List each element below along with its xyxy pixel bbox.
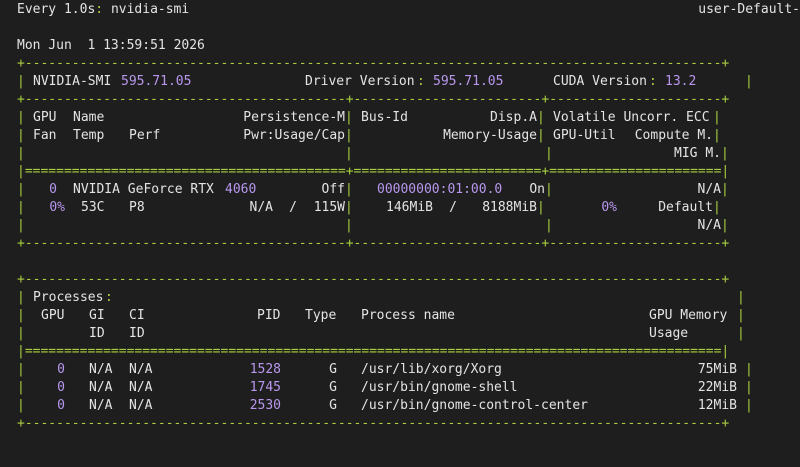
process-row[interactable]: | 0 N/A N/A 1745 G /usr/bin/gnome-shell … (17, 379, 753, 397)
hdr-perf: Perf (129, 128, 161, 143)
watch-host: user-Default- (698, 2, 800, 17)
hdr-disp: Disp.A (490, 110, 537, 125)
process-ci: N/A (129, 362, 153, 377)
timestamp-date: Mon Jun 1 (17, 38, 96, 53)
gpu-row-3: | | | N/A | (17, 218, 729, 233)
process-memory: 12MiB (697, 398, 737, 413)
process-type: G (329, 398, 337, 413)
version-row: | NVIDIA-SMI 595.71.05 Driver Version : … (17, 74, 753, 89)
cuda-label: CUDA Version (553, 74, 647, 89)
process-ci: N/A (129, 380, 153, 395)
gpu-name: NVIDIA GeForce RTX (73, 182, 214, 197)
processes-header-row-2: | ID ID Usage | (17, 326, 745, 341)
gpu-compute-mode: Default (658, 200, 713, 215)
hdr-gpu: GPU (33, 110, 57, 125)
process-gi: N/A (89, 362, 113, 377)
cuda-version: 13.2 (665, 74, 697, 89)
processes-header-row-1: | GPU GI CI PID Type Process name GPU Me… (17, 308, 745, 323)
process-gi: N/A (89, 380, 113, 395)
smi-label: NVIDIA-SMI (33, 74, 112, 89)
watch-interval: Every 1.0s (17, 2, 96, 17)
process-memory: 75MiB (697, 362, 737, 377)
terminal-window[interactable]: Every 1.0s: nvidia-smi user-Default- Mon… (0, 0, 800, 467)
proc-hdr-ci: CI (129, 308, 145, 323)
gpu-disp: On (529, 182, 545, 197)
proc-hdr-type: Type (305, 308, 337, 323)
watch-command: nvidia-smi (110, 2, 190, 17)
processes-title-row: | Processes : | (17, 290, 745, 305)
process-pid: 1745 (249, 380, 281, 395)
proc-hdr-ci-id: ID (129, 326, 145, 341)
timestamp: Mon Jun 1 13:59:51 2026 (17, 37, 205, 55)
proc-hdr-gpu-memory: GPU Memory (649, 308, 728, 323)
gpu-index: 0 (49, 182, 57, 197)
process-gi: N/A (89, 398, 113, 413)
gpu-perf: P8 (129, 200, 145, 215)
hdr-persistence: Persistence-M (243, 110, 345, 125)
gpu-mig: N/A (697, 218, 721, 233)
hdr-bus-id: Bus-Id (361, 110, 408, 125)
border-gpu-bottom: +---------------------------------------… (17, 236, 730, 251)
process-name: /usr/lib/xorg/Xorg (361, 362, 502, 377)
hdr-pwr: Pwr:Usage/Cap (243, 128, 345, 143)
proc-hdr-process-name: Process name (361, 308, 455, 323)
process-row[interactable]: | 0 N/A N/A 1528 G /usr/lib/xorg/Xorg 75… (17, 361, 753, 379)
driver-label: Driver Version (305, 74, 415, 89)
driver-version: 595.71.05 (433, 74, 504, 89)
gpu-persistence: Off (321, 182, 345, 197)
proc-hdr-gi-id: ID (89, 326, 105, 341)
gpu-fan: 0% (49, 200, 65, 215)
gpu-mem-used: 146MiB (386, 200, 433, 215)
border-gpu-sections: +---------------------------------------… (17, 92, 730, 107)
gpu-header-row-2: | Fan Temp Perf Pwr:Usage/Cap | Memory-U… (17, 128, 721, 143)
gpu-model-number: 4060 (225, 182, 257, 197)
process-memory: 22MiB (697, 380, 737, 395)
gpu-pwr-cap: 115W (313, 200, 345, 215)
hdr-gpu-util: GPU-Util (553, 128, 616, 143)
hdr-memory-usage: Memory-Usage (443, 128, 537, 143)
hdr-mig: MIG M. (674, 146, 721, 161)
process-row[interactable]: | 0 N/A N/A 2530 G /usr/bin/gnome-contro… (17, 397, 753, 415)
process-pid: 1528 (249, 362, 281, 377)
watch-colon: : (95, 2, 104, 17)
proc-hdr-pid: PID (257, 308, 281, 323)
proc-hdr-gpu: GPU (41, 308, 65, 323)
process-type: G (329, 362, 337, 377)
timestamp-time: 13:59:51 (103, 38, 166, 53)
watch-header: Every 1.0s: nvidia-smi (17, 1, 189, 19)
gpu-row-2: | 0% 53C P8 N/A / 115W | 146MiB / 8188Mi… (17, 200, 721, 215)
proc-hdr-usage: Usage (649, 326, 689, 341)
process-gpu: 0 (57, 362, 65, 377)
process-type: G (329, 380, 337, 395)
hdr-volatile-ecc: Volatile Uncorr. ECC (553, 110, 710, 125)
border-top: +---------------------------------------… (17, 56, 730, 71)
proc-hdr-gi: GI (89, 308, 105, 323)
hdr-fan: Fan (33, 128, 57, 143)
border-processes-double: |=======================================… (17, 344, 730, 359)
gpu-ecc: N/A (697, 182, 721, 197)
border-processes-bottom: +---------------------------------------… (17, 416, 730, 431)
gpu-header-row-1: | GPU Name Persistence-M | Bus-Id Disp.A… (17, 110, 721, 125)
gpu-mem-total: 8188MiB (482, 200, 537, 215)
process-pid: 2530 (249, 398, 281, 413)
process-gpu: 0 (57, 398, 65, 413)
smi-version: 595.71.05 (121, 74, 192, 89)
gpu-util: 0% (601, 200, 617, 215)
process-name: /usr/bin/gnome-shell (361, 380, 518, 395)
process-gpu: 0 (57, 380, 65, 395)
border-processes-top: +---------------------------------------… (17, 272, 730, 287)
border-gpu-double: |=======================================… (17, 164, 730, 179)
gpu-pwr-usage: N/A (249, 200, 273, 215)
process-name: /usr/bin/gnome-control-center (361, 398, 588, 413)
processes-title: Processes (33, 290, 104, 305)
hdr-compute: Compute M. (634, 128, 713, 143)
timestamp-year: 2026 (173, 38, 205, 53)
gpu-row-1: | 0 NVIDIA GeForce RTX 4060 Off | 000000… (17, 182, 729, 197)
hdr-name: Name (73, 110, 105, 125)
gpu-bus-id: 00000000:01:00.0 (377, 182, 503, 197)
hdr-temp: Temp (73, 128, 105, 143)
gpu-header-row-3: | | | MIG M. | (17, 146, 729, 161)
gpu-temp: 53C (81, 200, 105, 215)
process-ci: N/A (129, 398, 153, 413)
